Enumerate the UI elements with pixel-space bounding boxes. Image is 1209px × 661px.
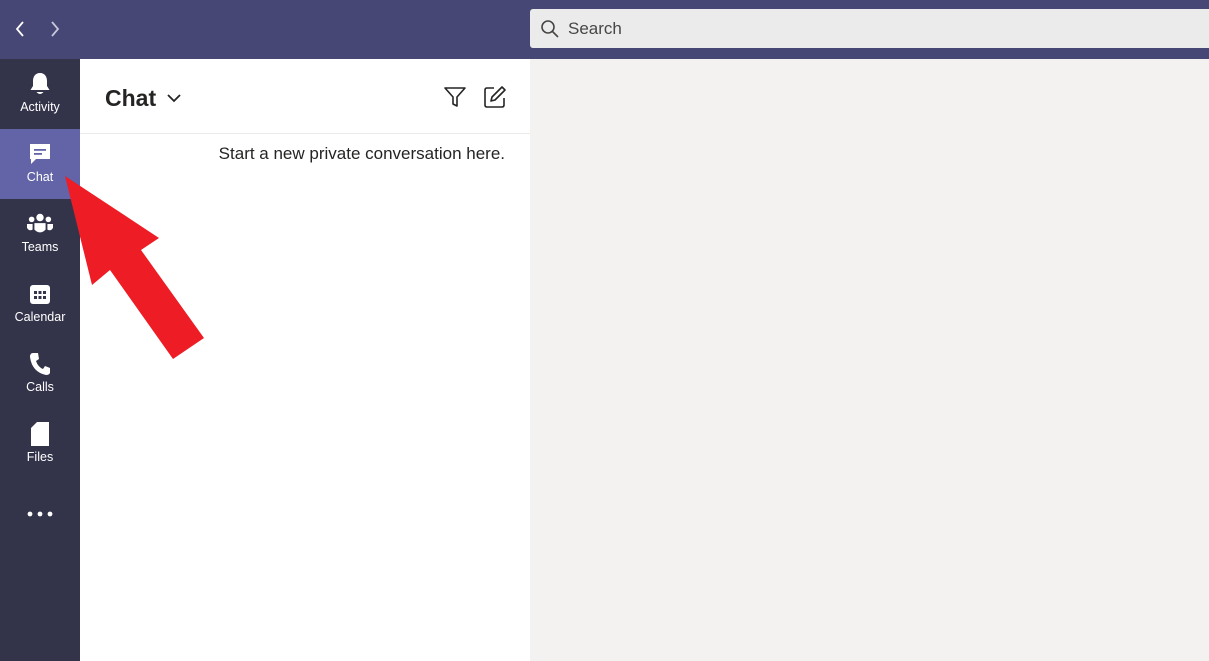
rail-item-label: Chat bbox=[26, 170, 54, 184]
file-icon bbox=[27, 421, 53, 447]
chat-title-dropdown[interactable]: Chat bbox=[105, 81, 182, 115]
filter-button[interactable] bbox=[442, 84, 468, 110]
rail-item-label: Activity bbox=[20, 100, 60, 114]
chat-icon bbox=[27, 141, 53, 167]
page-title: Chat bbox=[105, 84, 157, 111]
back-button[interactable] bbox=[9, 17, 31, 41]
rail-item-teams[interactable]: Teams bbox=[0, 199, 80, 269]
chevron-left-icon bbox=[15, 21, 24, 37]
rail-item-calls[interactable]: Calls bbox=[0, 339, 80, 409]
phone-icon bbox=[27, 351, 53, 377]
rail-item-files[interactable]: Files bbox=[0, 409, 80, 479]
forward-button[interactable] bbox=[44, 17, 66, 41]
rail-item-chat[interactable]: Chat bbox=[0, 129, 80, 199]
chevron-down-icon bbox=[166, 93, 182, 103]
more-apps-button[interactable] bbox=[0, 479, 80, 549]
title-bar bbox=[0, 0, 1209, 59]
calendar-icon bbox=[27, 281, 53, 307]
teams-icon bbox=[27, 211, 53, 237]
ellipsis-icon bbox=[27, 501, 53, 527]
filter-icon bbox=[444, 87, 466, 107]
bell-icon bbox=[27, 71, 53, 97]
search-bar[interactable] bbox=[530, 9, 1209, 48]
rail-item-label: Calls bbox=[26, 380, 54, 394]
chevron-right-icon bbox=[51, 21, 60, 37]
rail-item-label: Calendar bbox=[14, 310, 66, 324]
chat-list-header: Chat bbox=[80, 59, 530, 134]
rail-item-label: Files bbox=[26, 450, 54, 464]
main-content-pane bbox=[530, 59, 1209, 661]
compose-icon bbox=[484, 86, 506, 108]
new-chat-button[interactable] bbox=[482, 84, 508, 110]
app-bar: Activity Chat Teams Calendar Calls Files bbox=[0, 59, 80, 661]
rail-item-calendar[interactable]: Calendar bbox=[0, 269, 80, 339]
empty-state-message: Start a new private conversation here. bbox=[218, 144, 505, 163]
rail-item-label: Teams bbox=[21, 240, 59, 254]
search-icon bbox=[541, 19, 559, 38]
chat-list-pane: Chat Start a new private conversation he… bbox=[80, 59, 530, 661]
search-input[interactable] bbox=[568, 13, 1168, 44]
rail-item-activity[interactable]: Activity bbox=[0, 59, 80, 129]
